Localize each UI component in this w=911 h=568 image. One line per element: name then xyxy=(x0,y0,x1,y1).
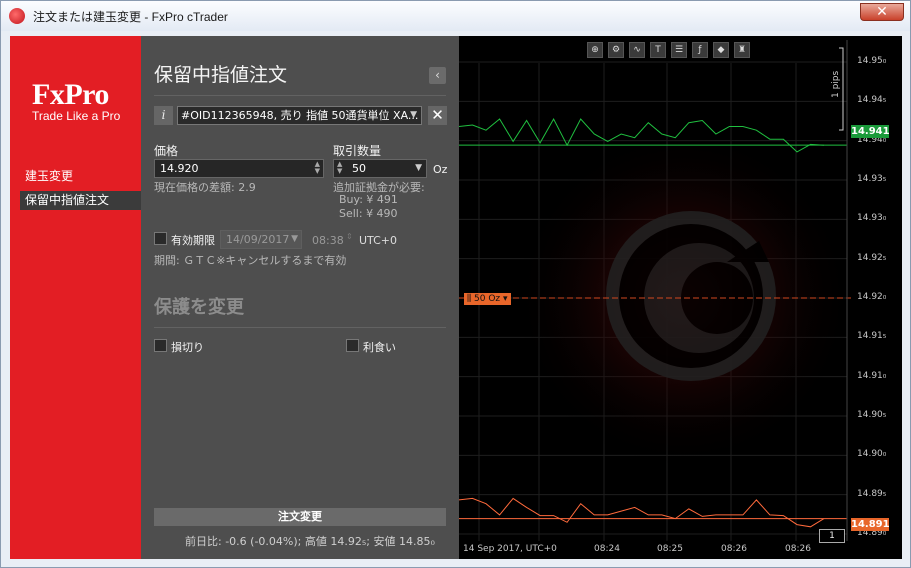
app-window: 注文または建玉変更 - FxPro cTrader ✕ FxPro Trade … xyxy=(0,0,911,568)
chart-toolbar: ⊕ ⚙ ∿ T ☰ ƒ ◆ ♜ xyxy=(587,42,750,60)
chevron-down-icon: ▼ xyxy=(415,163,422,173)
zoom-in-icon[interactable]: ⊕ xyxy=(587,42,603,58)
price-input[interactable]: 14.920 ▲ ▼ xyxy=(154,159,324,178)
info-button[interactable]: i xyxy=(154,106,173,125)
price-axis-label: 14.91₅ xyxy=(857,331,887,342)
quantity-value: 50 xyxy=(352,162,366,175)
price-axis-label: 14.89₅ xyxy=(857,488,887,499)
quantity-input[interactable]: ▲ ▼ 50 ▼ xyxy=(333,159,427,178)
time-axis-label: 14 Sep 2017, UTC+0 xyxy=(463,544,557,554)
dialog-body: FxPro Trade Like a Pro 建玉変更 保留中指値注文 保留中指… xyxy=(10,36,902,559)
list-icon[interactable]: ☰ xyxy=(671,42,687,58)
expiry-timezone: UTC+0 xyxy=(359,234,398,247)
time-axis-label: 08:24 xyxy=(594,544,620,554)
order-select[interactable]: #OID112365948, 売り 指値 50通貨単位 XA... ▼ xyxy=(177,106,422,125)
price-label: 価格 xyxy=(154,144,179,158)
expiry-date-value: 14/09/2017 xyxy=(226,233,290,246)
sidebar-item-pending-order[interactable]: 保留中指値注文 xyxy=(20,191,141,210)
chart-type-icon[interactable]: ∿ xyxy=(629,42,645,58)
divider xyxy=(154,327,446,328)
period-icon[interactable]: T xyxy=(650,42,666,58)
stop-loss-label: 損切り xyxy=(171,341,204,354)
price-axis-label: 14.91₀ xyxy=(857,370,887,381)
window-close-button[interactable]: ✕ xyxy=(860,3,904,21)
take-profit-label: 利食い xyxy=(363,341,396,354)
expiry-note: 期間: ＧＴＣ※キャンセルするまで有効 xyxy=(154,254,347,267)
clear-order-button[interactable]: ✕ xyxy=(428,106,447,125)
quantity-spinner-icon[interactable]: ▲ ▼ xyxy=(337,161,342,175)
sidebar: FxPro Trade Like a Pro 建玉変更 保留中指値注文 xyxy=(10,36,141,559)
pattern-icon[interactable]: ♜ xyxy=(734,42,750,58)
price-axis-label: 14.95₀ xyxy=(857,56,887,66)
quantity-unit: Oz xyxy=(433,163,448,176)
pips-label: 1 pips xyxy=(831,70,841,98)
price-axis-label: 14.90₅ xyxy=(857,410,887,420)
trend-icon[interactable]: ƒ xyxy=(692,42,708,58)
take-profit-checkbox[interactable] xyxy=(346,339,359,352)
ctrader-watermark-icon xyxy=(606,211,776,381)
stop-loss-checkbox[interactable] xyxy=(154,339,167,352)
price-axis-label: 14.93₅ xyxy=(857,174,887,184)
spinner-icon[interactable]: ▲ ▼ xyxy=(315,161,320,175)
quantity-label: 取引数量 xyxy=(333,144,382,158)
bid-price-tag: 14.891 xyxy=(851,518,890,531)
collapse-button[interactable]: ‹ xyxy=(429,67,446,84)
settings-icon[interactable]: ⚙ xyxy=(608,42,624,58)
price-chart[interactable]: ⊕ ⚙ ∿ T ☰ ƒ ◆ ♜ 1 pips 14.95₀ 14.94₅ 14.94… xyxy=(459,36,902,559)
daily-stats: 前日比: -0.6 (-0.04%); 高値 14.92₅; 安値 14.85₀ xyxy=(185,535,435,548)
expiry-date-input[interactable]: 14/09/2017 ▼ xyxy=(220,230,302,249)
time-axis-label: 08:26 xyxy=(721,544,747,554)
divider xyxy=(154,95,446,96)
chevron-down-icon: ▼ xyxy=(291,234,298,244)
logo-tagline: Trade Like a Pro xyxy=(32,109,121,123)
price-axis-label: 14.92₅ xyxy=(857,252,887,263)
order-form: 保留中指値注文 ‹ i #OID112365948, 売り 指値 50通貨単位 … xyxy=(141,36,459,559)
protection-title: 保護を変更 xyxy=(154,297,244,318)
title-bar: 注文または建玉変更 - FxPro cTrader ✕ xyxy=(1,1,910,31)
count-box: 1 xyxy=(819,529,845,543)
time-spinner-icon[interactable]: ⇕ xyxy=(346,232,353,241)
chevron-down-icon: ▼ xyxy=(410,110,417,120)
price-axis-label: 14.94₅ xyxy=(857,95,887,106)
sidebar-item-modify-position[interactable]: 建玉変更 xyxy=(20,167,141,186)
shapes-icon[interactable]: ◆ xyxy=(713,42,729,58)
margin-buy: Buy: ¥ 491 xyxy=(339,193,398,206)
modify-order-button[interactable]: 注文変更 xyxy=(154,508,446,526)
price-axis-label: 14.90₀ xyxy=(857,449,887,460)
margin-sell: Sell: ¥ 490 xyxy=(339,207,398,220)
form-title: 保留中指値注文 xyxy=(154,64,288,86)
order-select-value: #OID112365948, 売り 指値 50通貨単位 XA... xyxy=(181,109,419,122)
expiry-time[interactable]: 08:38 xyxy=(312,234,344,247)
ask-price-tag: 14.941 xyxy=(851,125,890,138)
expiry-label: 有効期限 xyxy=(171,234,215,247)
time-axis-label: 08:25 xyxy=(657,544,683,554)
chart-canvas xyxy=(459,40,854,541)
expiry-checkbox[interactable] xyxy=(154,232,167,245)
ctrader-app-icon xyxy=(9,8,25,24)
window-title: 注文または建玉変更 - FxPro cTrader xyxy=(33,9,228,24)
fxpro-logo: FxPro xyxy=(32,78,109,111)
time-axis-label: 08:26 xyxy=(785,544,811,554)
price-value: 14.920 xyxy=(160,162,199,175)
price-axis-label: 14.93₀ xyxy=(857,213,887,224)
bid-price-line xyxy=(459,497,825,528)
position-tag[interactable]: ⫼ 50 Oz ▾ xyxy=(464,293,511,305)
price-diff: 現在価格の差額: 2.9 xyxy=(154,181,256,194)
price-axis-label: 14.92₀ xyxy=(857,292,887,302)
